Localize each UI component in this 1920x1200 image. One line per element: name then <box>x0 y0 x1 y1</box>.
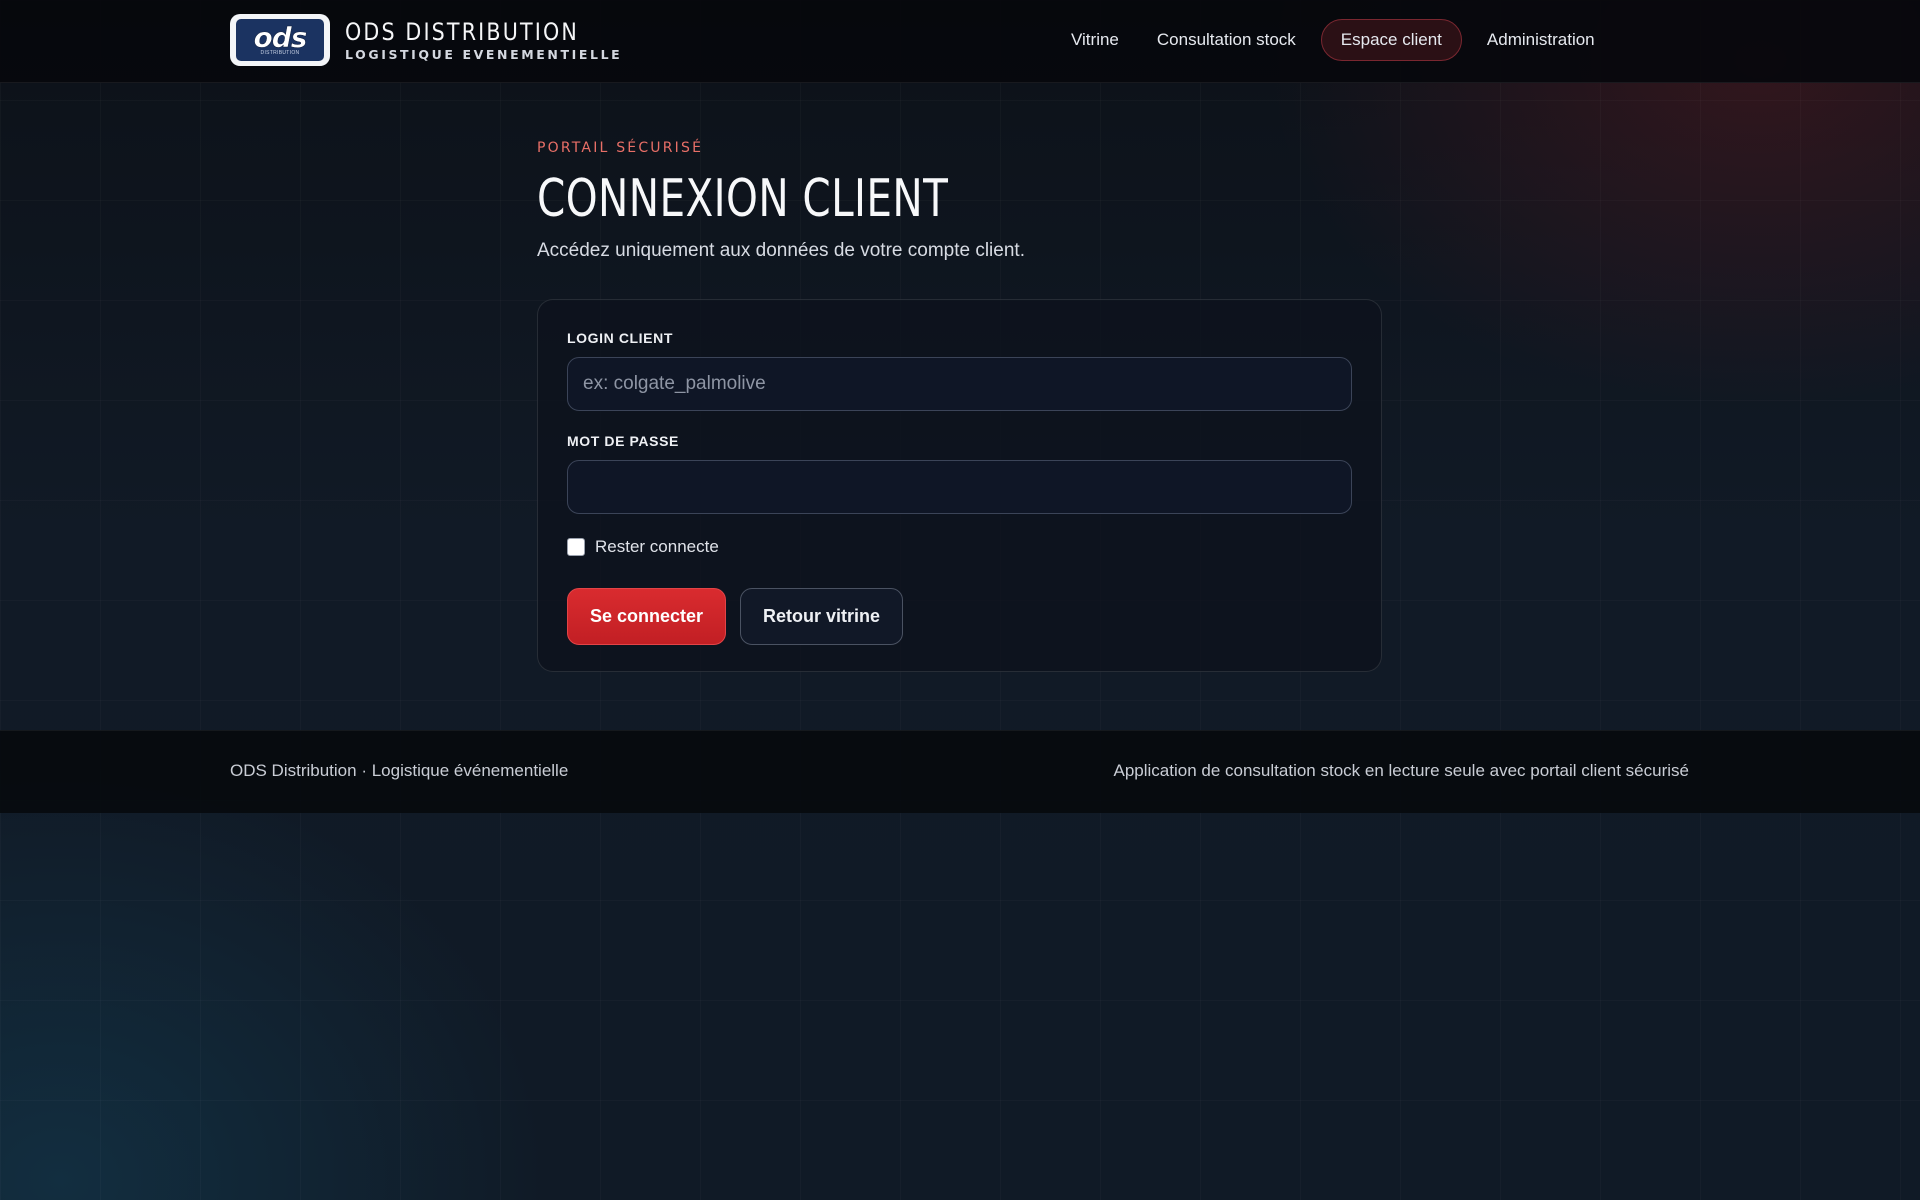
back-to-vitrine-button[interactable]: Retour vitrine <box>740 588 903 645</box>
nav-item-vitrine[interactable]: Vitrine <box>1052 19 1138 61</box>
password-input[interactable] <box>567 460 1352 514</box>
nav-item-administration[interactable]: Administration <box>1468 19 1614 61</box>
password-label: MOT DE PASSE <box>567 433 679 449</box>
top-navigation-bar: ods DISTRIBUTION ODS DISTRIBUTION LOGIST… <box>0 0 1920 83</box>
brand-text: ODS DISTRIBUTION LOGISTIQUE EVENEMENTIEL… <box>345 18 622 63</box>
form-actions: Se connecter Retour vitrine <box>567 588 1352 645</box>
logo-wordmark: ods <box>253 21 307 54</box>
nav-item-espace-client[interactable]: Espace client <box>1320 19 1462 61</box>
login-submit-button[interactable]: Se connecter <box>567 588 726 645</box>
brand-title: ODS DISTRIBUTION <box>345 17 579 46</box>
nav-item-consultation-stock[interactable]: Consultation stock <box>1138 19 1315 61</box>
page-footer: ODS Distribution · Logistique événementi… <box>0 730 1920 813</box>
page-heading: PORTAIL SÉCURISÉ CONNEXION CLIENT Accéde… <box>537 138 1383 264</box>
remember-me-label[interactable]: Rester connecte <box>595 537 719 557</box>
page-eyebrow: PORTAIL SÉCURISÉ <box>537 140 704 156</box>
login-label: LOGIN CLIENT <box>567 330 673 346</box>
footer-company-text: ODS Distribution · Logistique événementi… <box>230 761 569 780</box>
brand[interactable]: ods DISTRIBUTION ODS DISTRIBUTION LOGIST… <box>230 14 622 66</box>
page-title: CONNEXION CLIENT <box>537 169 949 229</box>
brand-subtitle: LOGISTIQUE EVENEMENTIELLE <box>345 46 623 62</box>
logo-badge: ods DISTRIBUTION <box>236 19 324 61</box>
remember-me-checkbox[interactable] <box>567 538 585 556</box>
login-input[interactable] <box>567 357 1352 411</box>
main-nav: Vitrine Consultation stock Espace client… <box>1052 19 1614 61</box>
logo-subtext: DISTRIBUTION <box>260 50 300 56</box>
remember-me-row[interactable]: Rester connecte <box>567 535 1352 559</box>
footer-app-description: Application de consultation stock en lec… <box>1113 761 1690 780</box>
ods-logo-icon: ods DISTRIBUTION <box>230 14 330 66</box>
login-form-card: LOGIN CLIENT MOT DE PASSE Rester connect… <box>537 299 1382 672</box>
page-description: Accédez uniquement aux données de votre … <box>537 240 1025 261</box>
